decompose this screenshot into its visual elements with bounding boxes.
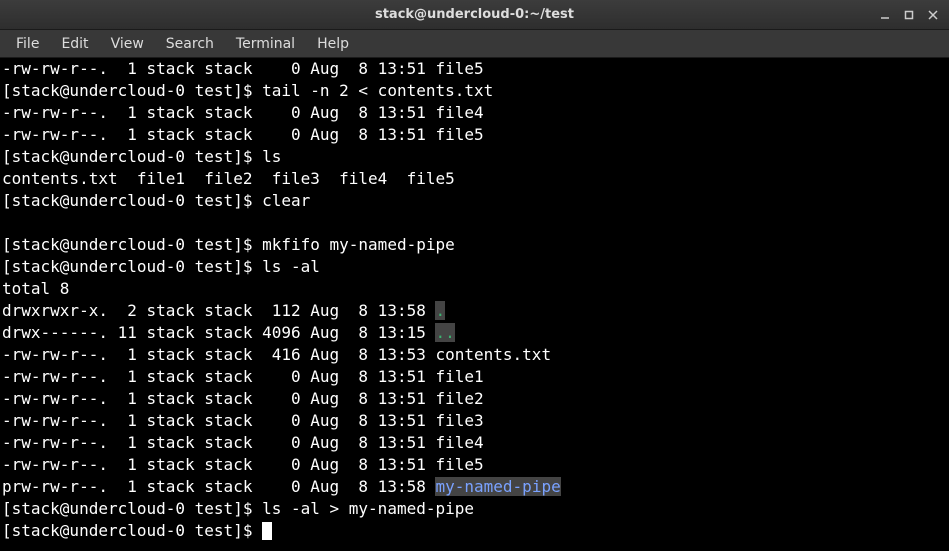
terminal-line: [stack@undercloud-0 test]$ mkfifo my-nam… <box>2 234 947 256</box>
highlighted-filename: .. <box>435 323 454 342</box>
terminal-line: -rw-rw-r--. 1 stack stack 0 Aug 8 13:51 … <box>2 58 947 80</box>
menu-terminal[interactable]: Terminal <box>226 33 305 55</box>
terminal-line: -rw-rw-r--. 1 stack stack 0 Aug 8 13:51 … <box>2 388 947 410</box>
terminal-line: -rw-rw-r--. 1 stack stack 0 Aug 8 13:51 … <box>2 366 947 388</box>
close-button[interactable] <box>921 4 945 26</box>
terminal-window: stack@undercloud-0:~/test File Edit View… <box>0 0 949 551</box>
terminal-line: contents.txt file1 file2 file3 file4 fil… <box>2 168 947 190</box>
close-icon <box>928 10 938 20</box>
terminal-line: -rw-rw-r--. 1 stack stack 0 Aug 8 13:51 … <box>2 102 947 124</box>
terminal-cursor <box>262 522 272 540</box>
terminal-line: [stack@undercloud-0 test]$ tail -n 2 < c… <box>2 80 947 102</box>
terminal-line: drwxrwxr-x. 2 stack stack 112 Aug 8 13:5… <box>2 300 947 322</box>
terminal-line <box>2 212 947 234</box>
terminal-line: -rw-rw-r--. 1 stack stack 416 Aug 8 13:5… <box>2 344 947 366</box>
menu-edit[interactable]: Edit <box>51 33 98 55</box>
highlighted-filename: . <box>435 301 445 320</box>
terminal-line: -rw-rw-r--. 1 stack stack 0 Aug 8 13:51 … <box>2 454 947 476</box>
terminal-line: [stack@undercloud-0 test]$ clear <box>2 190 947 212</box>
maximize-button[interactable] <box>897 4 921 26</box>
terminal-line: total 8 <box>2 278 947 300</box>
highlighted-filename: my-named-pipe <box>435 477 560 496</box>
menubar: File Edit View Search Terminal Help <box>0 30 949 58</box>
terminal-line: -rw-rw-r--. 1 stack stack 0 Aug 8 13:51 … <box>2 124 947 146</box>
terminal-line: -rw-rw-r--. 1 stack stack 0 Aug 8 13:51 … <box>2 410 947 432</box>
window-title: stack@undercloud-0:~/test <box>375 7 574 22</box>
maximize-icon <box>904 10 914 20</box>
titlebar: stack@undercloud-0:~/test <box>0 0 949 30</box>
minimize-icon <box>880 10 890 20</box>
terminal-line: [stack@undercloud-0 test]$ <box>2 520 947 542</box>
menu-search[interactable]: Search <box>156 33 224 55</box>
menu-file[interactable]: File <box>6 33 49 55</box>
terminal-line: [stack@undercloud-0 test]$ ls <box>2 146 947 168</box>
minimize-button[interactable] <box>873 4 897 26</box>
terminal-line: -rw-rw-r--. 1 stack stack 0 Aug 8 13:51 … <box>2 432 947 454</box>
terminal-line: prw-rw-r--. 1 stack stack 0 Aug 8 13:58 … <box>2 476 947 498</box>
terminal-line: drwx------. 11 stack stack 4096 Aug 8 13… <box>2 322 947 344</box>
terminal-line: [stack@undercloud-0 test]$ ls -al <box>2 256 947 278</box>
terminal-area[interactable]: -rw-rw-r--. 1 stack stack 0 Aug 8 13:51 … <box>0 58 949 551</box>
menu-help[interactable]: Help <box>307 33 359 55</box>
menu-view[interactable]: View <box>101 33 154 55</box>
window-controls <box>873 4 945 26</box>
terminal-line: [stack@undercloud-0 test]$ ls -al > my-n… <box>2 498 947 520</box>
